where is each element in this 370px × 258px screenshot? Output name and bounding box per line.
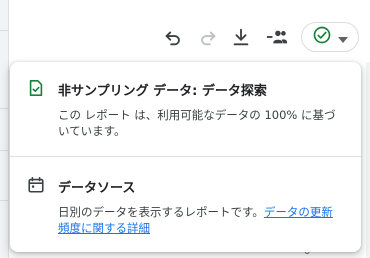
background-right-edge	[366, 62, 370, 258]
sampling-description: この レポート は、利用可能なデータの 100% に基づいています。	[58, 108, 336, 138]
dropdown-arrow-icon	[338, 28, 348, 47]
background-row-line	[0, 108, 8, 109]
data-source-title: データソース	[58, 181, 136, 196]
undo-icon[interactable]	[160, 24, 186, 50]
background-row-line	[0, 200, 8, 201]
check-circle-icon	[312, 25, 332, 49]
calendar-icon	[26, 175, 46, 195]
data-source-section: データソース 日別のデータを表示するレポートです。データの更新頻度に関する詳細	[10, 157, 361, 252]
download-icon[interactable]	[228, 24, 254, 50]
report-toolbar	[0, 20, 370, 54]
data-source-description: 日別のデータを表示するレポートです。データの更新頻度に関する詳細	[58, 204, 343, 236]
data-status-menu-button[interactable]	[301, 22, 359, 52]
check-doc-icon	[26, 78, 46, 98]
background-row-line	[0, 150, 8, 151]
sampling-section: 非サンプリング データ: データ探索 この レポート は、利用可能なデータの 1…	[10, 62, 361, 156]
data-status-popup: 非サンプリング データ: データ探索 この レポート は、利用可能なデータの 1…	[10, 62, 361, 252]
redo-icon[interactable]	[195, 24, 221, 50]
share-people-icon[interactable]	[264, 24, 290, 50]
data-source-text: 日別のデータを表示するレポートです。	[58, 205, 264, 219]
sampling-title: 非サンプリング データ: データ探索	[58, 84, 267, 99]
